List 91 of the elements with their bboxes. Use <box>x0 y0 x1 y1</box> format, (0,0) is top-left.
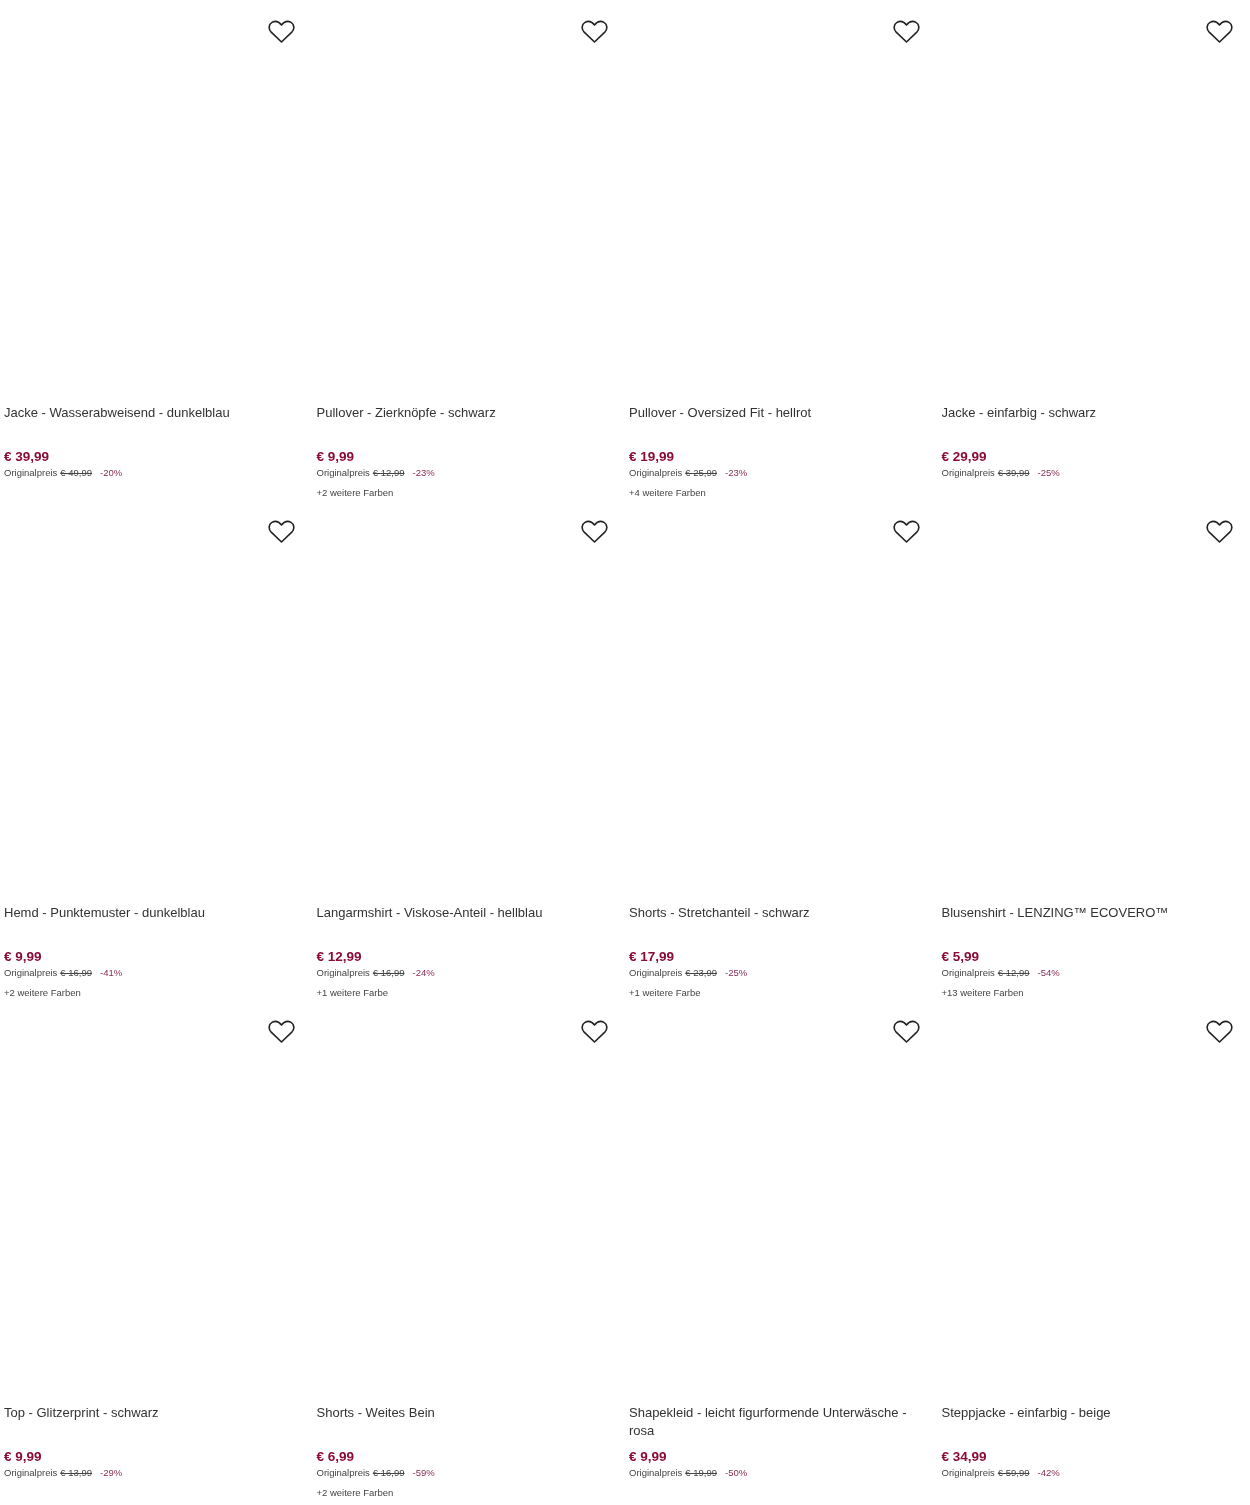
product-title[interactable]: Shorts - Weites Bein <box>316 1404 621 1444</box>
wishlist-heart-button[interactable] <box>579 518 609 546</box>
original-price: € 16,99 <box>372 1466 405 1480</box>
sale-price: € 39,99 <box>4 448 51 466</box>
wishlist-heart-button[interactable] <box>579 1018 609 1046</box>
original-price-label: Originalpreis <box>4 966 58 980</box>
original-price-label: Originalpreis <box>629 466 683 480</box>
discount-percent: -59% <box>412 1466 435 1480</box>
wishlist-heart-button[interactable] <box>1204 1018 1234 1046</box>
product-title[interactable]: Hemd - Punktemuster - dunkelblau <box>4 904 309 944</box>
original-price-label: Originalpreis <box>316 966 370 980</box>
heart-icon <box>893 520 920 544</box>
sale-price: € 19,99 <box>629 448 676 466</box>
more-colors-text: +4 weitere Farben <box>629 487 707 498</box>
discount-percent: -20% <box>100 466 123 480</box>
original-price-label: Originalpreis <box>629 966 683 980</box>
discount-percent: -29% <box>100 1466 123 1480</box>
product-title[interactable]: Jacke - Wasserabweisend - dunkelblau <box>4 404 309 444</box>
heart-icon <box>268 520 295 544</box>
original-price: € 19,99 <box>685 1466 718 1480</box>
heart-icon <box>580 1020 608 1044</box>
heart-icon <box>1205 1020 1233 1044</box>
original-price: € 16,99 <box>372 966 405 980</box>
original-price: € 12,99 <box>997 966 1030 980</box>
more-colors-text: +2 weitere Farben <box>4 987 82 998</box>
product-title[interactable]: Blusenshirt - LENZING™ ECOVERO™ <box>941 904 1246 944</box>
product-title[interactable]: Shapekleid - leicht figurformende Unterwäsche - rosa <box>629 1404 934 1444</box>
sale-price: € 17,99 <box>629 948 676 966</box>
sale-price: € 12,99 <box>316 948 363 966</box>
heart-icon <box>893 20 920 44</box>
heart-icon <box>580 20 608 44</box>
original-price: € 16,99 <box>60 966 93 980</box>
wishlist-heart-button[interactable] <box>891 518 922 546</box>
original-price: € 23,99 <box>685 966 718 980</box>
heart-icon <box>580 520 608 544</box>
sale-price: € 9,99 <box>4 1448 43 1466</box>
product-title[interactable]: Top - Glitzerprint - schwarz <box>4 1404 309 1444</box>
original-price-label: Originalpreis <box>941 966 995 980</box>
more-colors-text: +2 weitere Farben <box>316 1487 395 1498</box>
product-title[interactable]: Steppjacke - einfarbig - beige <box>941 1404 1246 1444</box>
original-price-label: Originalpreis <box>316 466 370 480</box>
product-title[interactable]: Pullover - Zierknöpfe - schwarz <box>316 404 621 444</box>
heart-icon <box>1205 520 1233 544</box>
heart-icon <box>1205 20 1233 44</box>
sale-price: € 9,99 <box>629 1448 668 1466</box>
sale-price: € 29,99 <box>941 448 988 466</box>
original-price: € 39,99 <box>997 466 1030 480</box>
discount-percent: -24% <box>412 966 435 980</box>
wishlist-heart-button[interactable] <box>579 18 609 46</box>
discount-percent: -23% <box>412 466 435 480</box>
original-price-label: Originalpreis <box>629 1466 683 1480</box>
discount-percent: -54% <box>1037 966 1060 980</box>
sale-price: € 9,99 <box>4 948 43 966</box>
more-colors-text: +1 weitere Farbe <box>316 987 390 998</box>
sale-price: € 6,99 <box>316 1448 356 1466</box>
original-price: € 12,99 <box>372 466 405 480</box>
heart-icon <box>268 20 295 44</box>
wishlist-heart-button[interactable] <box>266 18 297 46</box>
original-price: € 59,99 <box>997 1466 1030 1480</box>
original-price: € 25,99 <box>685 466 718 480</box>
heart-icon <box>268 1020 295 1044</box>
product-title[interactable]: Pullover - Oversized Fit - hellrot <box>629 404 934 444</box>
original-price-label: Originalpreis <box>316 1466 370 1480</box>
original-price-label: Originalpreis <box>941 1466 995 1480</box>
discount-percent: -25% <box>725 966 748 980</box>
product-title[interactable]: Shorts - Stretchanteil - schwarz <box>629 904 934 944</box>
discount-percent: -23% <box>725 466 748 480</box>
discount-percent: -42% <box>1037 1466 1060 1480</box>
product-title[interactable]: Jacke - einfarbig - schwarz <box>941 404 1246 444</box>
sale-price: € 9,99 <box>316 448 356 466</box>
original-price-label: Originalpreis <box>941 466 995 480</box>
sale-price: € 34,99 <box>941 1448 988 1466</box>
product-title[interactable]: Langarmshirt - Viskose-Anteil - hellblau <box>316 904 621 944</box>
discount-percent: -25% <box>1037 466 1060 480</box>
original-price-label: Originalpreis <box>4 466 58 480</box>
more-colors-text: +13 weitere Farben <box>941 987 1025 998</box>
wishlist-heart-button[interactable] <box>266 1018 297 1046</box>
wishlist-heart-button[interactable] <box>1204 18 1234 46</box>
original-price-label: Originalpreis <box>4 1466 58 1480</box>
more-colors-text: +2 weitere Farben <box>316 487 395 498</box>
discount-percent: -50% <box>725 1466 748 1480</box>
wishlist-heart-button[interactable] <box>1204 518 1234 546</box>
original-price: € 49,99 <box>60 466 93 480</box>
more-colors-text: +1 weitere Farbe <box>629 987 702 998</box>
discount-percent: -41% <box>100 966 123 980</box>
sale-price: € 5,99 <box>941 948 981 966</box>
wishlist-heart-button[interactable] <box>266 518 297 546</box>
heart-icon <box>893 1020 920 1044</box>
original-price: € 13,99 <box>60 1466 93 1480</box>
wishlist-heart-button[interactable] <box>891 18 922 46</box>
wishlist-heart-button[interactable] <box>891 1018 922 1046</box>
